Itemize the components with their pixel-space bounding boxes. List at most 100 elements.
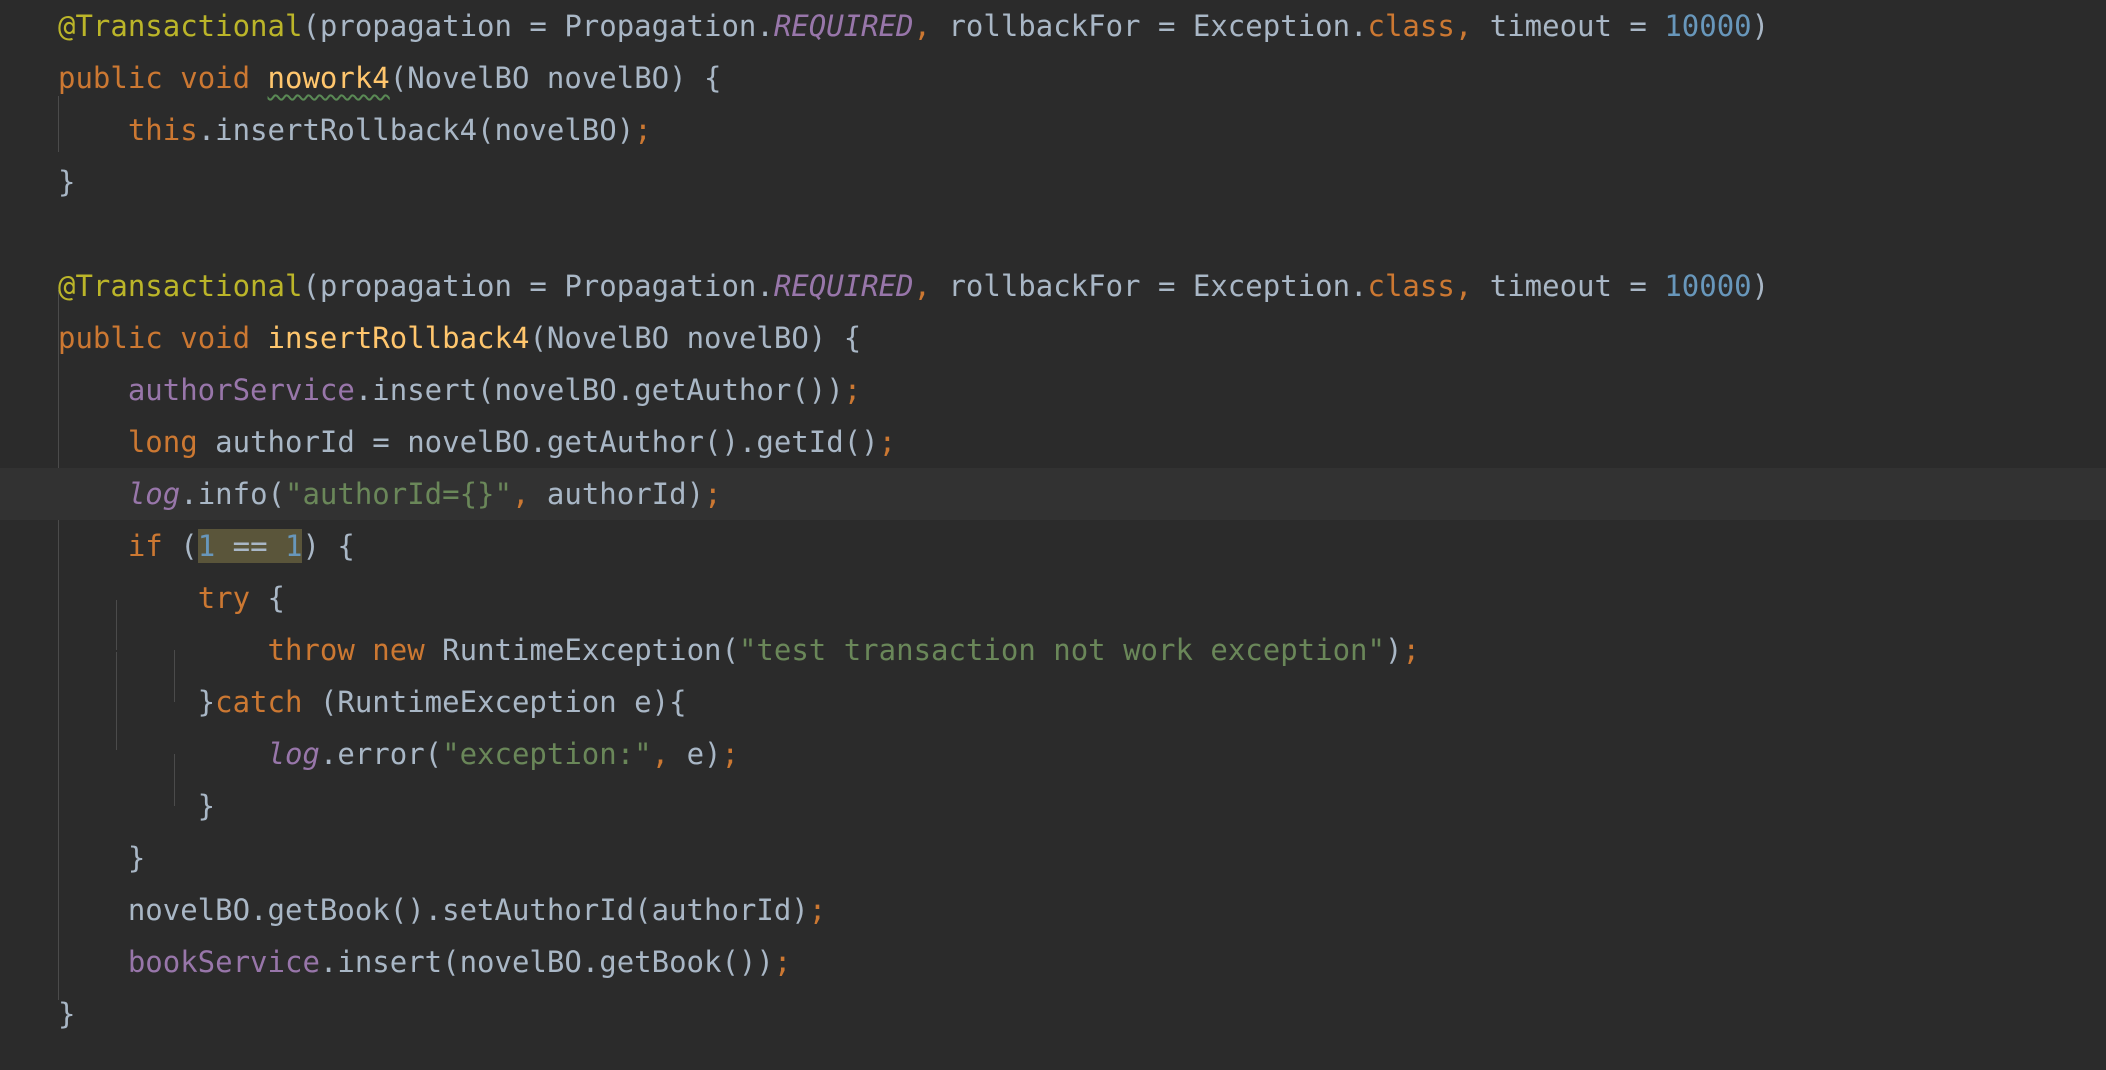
code-token: authorId) — [529, 477, 705, 511]
code-line[interactable]: try { — [0, 572, 2106, 624]
code-token: ) — [1751, 9, 1770, 43]
code-token: novelBO.getBook().setAuthorId(authorId) — [127, 893, 809, 927]
code-token: ; — [773, 945, 792, 979]
code-token: , — [913, 269, 931, 303]
code-token: , — [913, 9, 931, 43]
code-token: (propagation = Propagation. — [302, 269, 774, 303]
code-token: ) — [1384, 633, 1403, 667]
code-token: catch — [215, 685, 303, 719]
code-line[interactable]: public void nowork4(NovelBO novelBO) { — [0, 52, 2106, 104]
code-line[interactable]: this.insertRollback4(novelBO); — [0, 104, 2106, 156]
code-token: void — [180, 61, 251, 95]
code-token: log — [267, 737, 320, 771]
code-token: REQUIRED — [773, 269, 914, 303]
code-token: @Transactional — [58, 269, 303, 303]
code-token: .insert(novelBO.getAuthor()) — [354, 373, 844, 407]
code-token: long — [127, 425, 198, 459]
code-token: ; — [704, 477, 722, 511]
code-token: void — [180, 321, 251, 355]
code-line[interactable]: } — [0, 156, 2106, 208]
code-line[interactable]: bookService.insert(novelBO.getBook()); — [0, 936, 2106, 988]
code-token: "exception:" — [442, 737, 652, 771]
code-token: public — [58, 61, 163, 95]
code-token: } — [58, 841, 146, 875]
code-token: ) { — [302, 529, 355, 563]
code-token: log — [127, 477, 181, 511]
code-editor[interactable]: @Transactional(propagation = Propagation… — [0, 0, 2106, 1070]
code-token: .insertRollback4(novelBO) — [197, 113, 635, 147]
code-token: timeout = — [1472, 9, 1665, 43]
code-surface[interactable]: @Transactional(propagation = Propagation… — [0, 0, 2106, 1070]
code-token: , — [1454, 9, 1473, 43]
code-token: insertRollback4 — [267, 321, 530, 355]
code-line[interactable]: long authorId = novelBO.getAuthor().getI… — [0, 416, 2106, 468]
code-token: ; — [721, 737, 739, 771]
code-token: e) — [669, 737, 722, 771]
code-token: REQUIRED — [773, 9, 914, 43]
code-token: } — [58, 997, 76, 1031]
code-token: } — [58, 789, 216, 823]
code-token — [215, 529, 233, 563]
code-token: { — [250, 581, 285, 615]
code-line[interactable]: @Transactional(propagation = Propagation… — [0, 0, 2106, 52]
code-token: 10000 — [1664, 9, 1752, 43]
code-token: ( — [162, 529, 198, 563]
code-token — [267, 529, 286, 563]
code-token: 1 — [285, 529, 303, 563]
code-token: (RuntimeException e){ — [302, 685, 687, 719]
code-token: nowork4 — [267, 61, 390, 95]
code-token: ; — [634, 113, 652, 147]
code-token: , — [1454, 269, 1473, 303]
code-line[interactable]: log.error("exception:", e); — [0, 728, 2106, 780]
code-line[interactable]: public void insertRollback4(NovelBO nove… — [0, 312, 2106, 364]
code-token: .insert(novelBO.getBook()) — [319, 945, 774, 979]
code-token: .info( — [180, 477, 285, 511]
code-token: new — [372, 633, 425, 667]
code-token: , — [511, 477, 530, 511]
code-token: } — [58, 685, 216, 719]
code-token: authorId = novelBO.getAuthor().getId() — [197, 425, 879, 459]
code-token: public — [58, 321, 163, 355]
code-token: ; — [808, 893, 827, 927]
code-token: rollbackFor = Exception. — [931, 269, 1368, 303]
code-token: timeout = — [1472, 269, 1665, 303]
code-token: throw — [267, 633, 355, 667]
code-line[interactable]: } — [0, 988, 2106, 1040]
code-line[interactable]: throw new RuntimeException("test transac… — [0, 624, 2106, 676]
code-token: ) — [1751, 269, 1770, 303]
code-token: "authorId={}" — [285, 477, 512, 511]
code-token: == — [232, 529, 268, 563]
code-token: rollbackFor = Exception. — [931, 9, 1368, 43]
code-token: if — [127, 529, 163, 563]
code-token: ; — [843, 373, 862, 407]
code-line[interactable]: }catch (RuntimeException e){ — [0, 676, 2106, 728]
code-line[interactable]: } — [0, 832, 2106, 884]
code-token: this — [127, 113, 198, 147]
code-line[interactable] — [0, 208, 2106, 260]
code-line[interactable]: authorService.insert(novelBO.getAuthor()… — [0, 364, 2106, 416]
code-token: , — [651, 737, 670, 771]
code-token: class — [1367, 9, 1455, 43]
code-token: } — [58, 165, 76, 199]
code-token: (propagation = Propagation. — [302, 9, 774, 43]
code-line[interactable]: } — [0, 780, 2106, 832]
code-token: "test transaction not work exception" — [738, 633, 1385, 667]
code-line[interactable]: @Transactional(propagation = Propagation… — [0, 260, 2106, 312]
code-line[interactable]: log.info("authorId={}", authorId); — [0, 468, 2106, 520]
code-token: bookService — [127, 945, 320, 979]
code-token: 1 — [197, 529, 216, 563]
code-line[interactable]: novelBO.getBook().setAuthorId(authorId); — [0, 884, 2106, 936]
code-line[interactable]: if (1 == 1) { — [0, 520, 2106, 572]
code-token: authorService — [127, 373, 355, 407]
